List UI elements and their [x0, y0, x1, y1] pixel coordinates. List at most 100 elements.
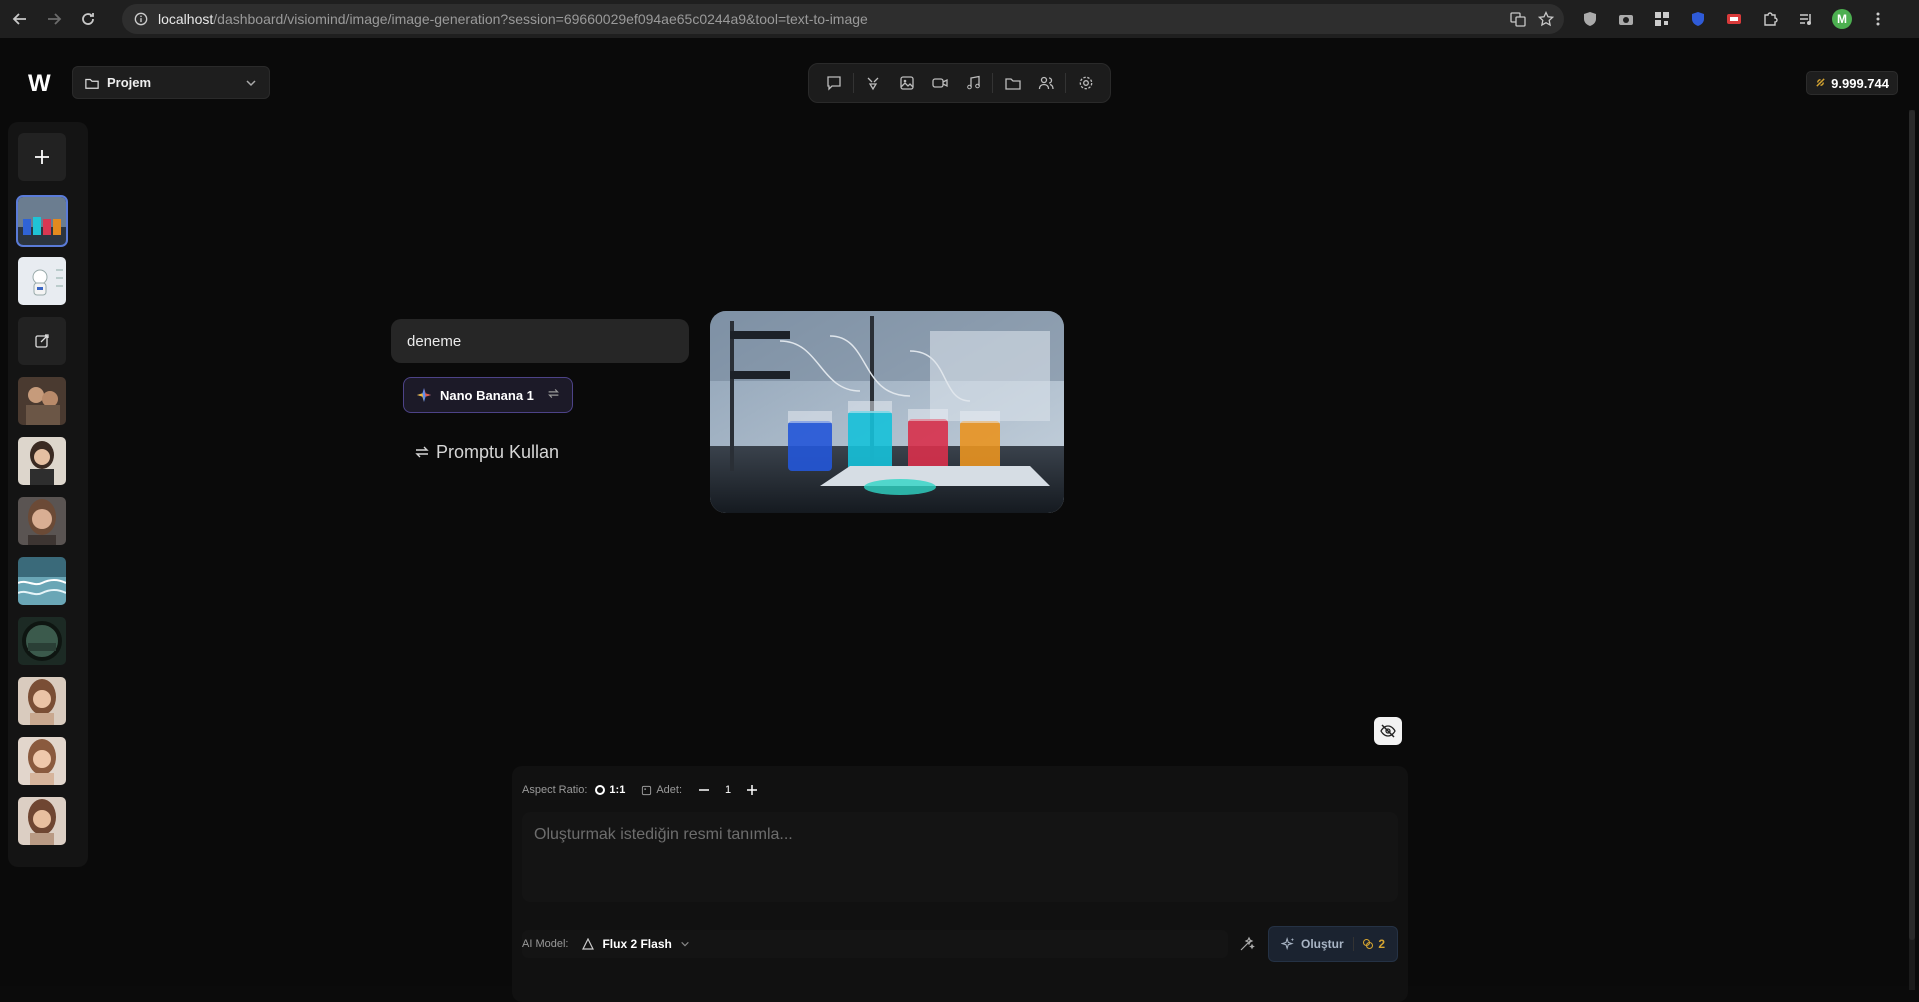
history-thumbnail[interactable]	[18, 617, 66, 665]
sparkle-icon	[417, 388, 431, 402]
visibility-toggle-button[interactable]	[1374, 717, 1402, 745]
repeat-icon	[415, 446, 429, 458]
history-thumbnail[interactable]	[16, 195, 68, 247]
ocean-waves-thumbnail	[18, 557, 66, 605]
edit-image-icon	[35, 334, 49, 348]
eye-off-icon	[1380, 724, 1396, 738]
woman-portrait-thumbnail	[18, 677, 66, 725]
enhance-prompt-button[interactable]	[1233, 930, 1261, 958]
coins-icon	[1363, 938, 1374, 950]
history-thumbnail[interactable]	[18, 497, 66, 545]
history-thumbnail[interactable]	[18, 677, 66, 725]
browser-toolbar: localhost/dashboard/visiomind/image/imag…	[0, 0, 1919, 38]
toolbar-divider	[992, 73, 994, 93]
porthole-scene-thumbnail	[18, 617, 66, 665]
app-root: W Projem 9.999.744 deneme Nano Banana 1 …	[0, 38, 1919, 1002]
red-extension-icon[interactable]	[1724, 9, 1744, 29]
history-thumbnail[interactable]	[18, 797, 66, 845]
chevron-down-icon	[681, 941, 689, 947]
browser-menu-icon[interactable]	[1868, 9, 1888, 29]
folder-tool-button[interactable]	[996, 68, 1029, 98]
model-chip-label: Nano Banana 1	[440, 387, 534, 403]
site-info-icon[interactable]	[134, 12, 148, 26]
ai-model-row[interactable]: AI Model: Flux 2 Flash	[522, 930, 1228, 958]
sparkles-icon	[1281, 937, 1295, 951]
repeat-icon[interactable]	[547, 387, 560, 403]
aspect-ratio-label: Aspect Ratio:	[522, 784, 588, 796]
create-button[interactable]: Oluştur 2	[1268, 926, 1398, 962]
aspect-ratio-selector[interactable]: 1:1	[595, 784, 625, 796]
qr-extension-icon[interactable]	[1652, 9, 1672, 29]
arrow-right-icon	[48, 13, 62, 25]
puzzle-extensions-icon[interactable]	[1760, 9, 1780, 29]
translate-icon[interactable]	[1510, 11, 1526, 32]
use-prompt-label: Promptu Kullan	[436, 441, 560, 462]
history-thumbnail[interactable]	[18, 437, 66, 485]
back-button[interactable]	[6, 5, 34, 33]
history-thumbnail[interactable]	[18, 557, 66, 605]
history-thumbnail[interactable]	[18, 737, 66, 785]
address-bar[interactable]: localhost/dashboard/visiomind/image/imag…	[122, 4, 1564, 34]
model-chip[interactable]: Nano Banana 1	[403, 377, 573, 413]
prompt-textarea[interactable]: Oluşturmak istediğin resmi tanımla...	[522, 812, 1398, 902]
create-cost: 2	[1353, 937, 1385, 951]
shield-extension-icon[interactable]	[1580, 9, 1600, 29]
app-logo[interactable]: W	[28, 70, 51, 98]
video-icon	[931, 78, 948, 88]
page-scrollbar[interactable]	[1909, 110, 1915, 990]
plus-icon	[747, 785, 758, 795]
project-select[interactable]: Projem	[72, 66, 270, 99]
use-prompt-button[interactable]: Promptu Kullan	[414, 438, 559, 466]
credits-badge[interactable]: 9.999.744	[1806, 71, 1898, 95]
plus-icon	[35, 150, 49, 164]
reload-icon	[82, 13, 94, 25]
settings-icon	[1079, 76, 1092, 90]
credits-value: 9.999.744	[1831, 75, 1889, 91]
woman-portrait-thumbnail	[18, 497, 66, 545]
chevron-down-icon	[246, 79, 256, 86]
decrement-button[interactable]	[690, 778, 718, 802]
settings-tool-button[interactable]	[1069, 68, 1102, 98]
increment-button[interactable]	[738, 778, 766, 802]
users-tool-button[interactable]	[1029, 68, 1062, 98]
ai-model-label: AI Model:	[522, 938, 569, 950]
history-thumbnail[interactable]	[18, 377, 66, 425]
chat-icon	[826, 76, 841, 91]
image-edit-tool-button[interactable]	[857, 68, 890, 98]
forward-button[interactable]	[40, 5, 68, 33]
generated-image[interactable]	[710, 311, 1064, 513]
magic-wand-icon	[1240, 936, 1255, 951]
users-icon	[1038, 76, 1054, 90]
chat-tool-button[interactable]	[817, 68, 850, 98]
video-tool-button[interactable]	[923, 68, 956, 98]
minus-icon	[699, 789, 710, 791]
reload-button[interactable]	[74, 5, 102, 33]
bookmark-star-icon[interactable]	[1537, 10, 1555, 32]
create-label: Oluştur	[1301, 937, 1344, 951]
prompt-bubble: deneme	[391, 319, 689, 363]
blue-shield-extension-icon[interactable]	[1688, 9, 1708, 29]
ai-model-select[interactable]: Flux 2 Flash	[582, 937, 689, 951]
woman-portrait-thumbnail	[18, 437, 66, 485]
woman-portrait-thumbnail	[18, 797, 66, 845]
media-controls-icon[interactable]	[1796, 9, 1816, 29]
edit-history-button[interactable]	[18, 317, 66, 365]
music-tool-button[interactable]	[956, 68, 989, 98]
camera-extension-icon[interactable]	[1616, 9, 1636, 29]
image-edit-icon	[868, 77, 879, 91]
tool-toolbar	[808, 63, 1111, 103]
project-label: Projem	[107, 75, 152, 90]
new-generation-button[interactable]	[18, 133, 66, 181]
history-sidebar	[8, 122, 88, 867]
history-thumbnail[interactable]	[18, 257, 66, 305]
image-icon	[899, 76, 914, 90]
prompt-panel: Aspect Ratio: 1:1 Adet: 1 Oluşturmak ist…	[512, 766, 1408, 1002]
image-tool-button[interactable]	[890, 68, 923, 98]
profile-avatar[interactable]: M	[1832, 9, 1852, 29]
aspect-ratio-value: 1:1	[609, 784, 626, 796]
ai-model-value: Flux 2 Flash	[602, 937, 672, 951]
woman-portrait-thumbnail	[18, 737, 66, 785]
folder-icon	[1004, 78, 1021, 90]
count-stepper: 1	[690, 778, 766, 802]
image-icon	[642, 785, 652, 795]
